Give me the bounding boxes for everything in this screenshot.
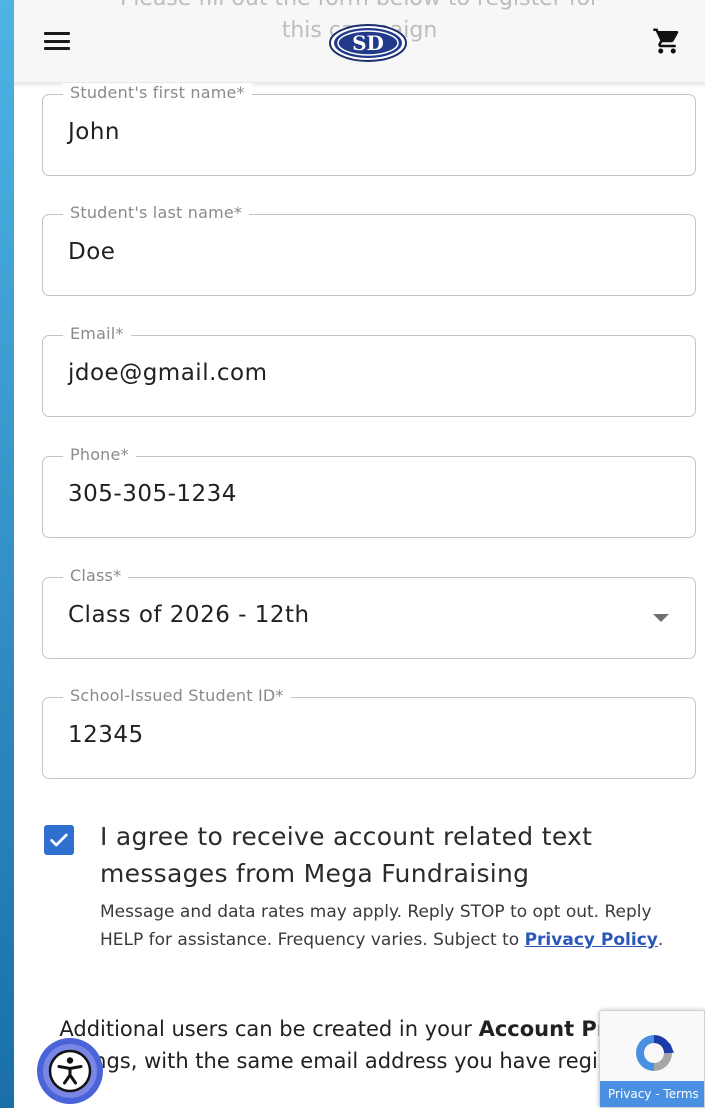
privacy-policy-link[interactable]: Privacy Policy — [525, 930, 658, 950]
checkmark-icon — [50, 833, 68, 847]
last-name-value[interactable]: Doe — [68, 239, 115, 265]
class-label: Class* — [63, 566, 129, 585]
recaptcha-privacy-link[interactable]: Privacy — [608, 1087, 651, 1101]
last-name-label: Student's last name* — [63, 203, 250, 222]
recaptcha-logo-icon — [636, 1035, 674, 1071]
recaptcha-separator: - — [651, 1087, 664, 1101]
first-name-field[interactable]: Student's first name* John — [42, 83, 696, 176]
recaptcha-terms-link[interactable]: Terms — [663, 1087, 698, 1101]
accessibility-person-icon — [48, 1049, 92, 1093]
first-name-label: Student's first name* — [63, 83, 252, 102]
class-value[interactable]: Class of 2026 - 12th — [68, 602, 310, 628]
phone-field[interactable]: Phone* 305-305-1234 — [42, 445, 696, 538]
first-name-value[interactable]: John — [68, 119, 120, 145]
consent-checkbox[interactable] — [44, 825, 74, 855]
recaptcha-links: Privacy - Terms — [600, 1081, 704, 1107]
additional-text-after: settings, with the same email address yo… — [46, 1049, 671, 1073]
additional-text-before: Additional users can be created in your — [59, 1017, 479, 1041]
student-id-label: School-Issued Student ID* — [63, 686, 291, 705]
class-select[interactable]: Class* Class of 2026 - 12th — [42, 566, 696, 659]
student-id-value[interactable]: 12345 — [68, 722, 144, 748]
email-value[interactable]: jdoe@gmail.com — [68, 360, 268, 386]
consent-fine-end: . — [657, 930, 664, 950]
school-logo[interactable]: SD — [328, 23, 408, 63]
accessibility-button[interactable] — [37, 1038, 103, 1104]
consent-fine-print: Message and data rates may apply. Reply … — [100, 898, 680, 954]
intro-text-line1: Please fill out the form below to regist… — [14, 0, 705, 11]
hamburger-menu-icon[interactable] — [44, 32, 70, 50]
phone-label: Phone* — [63, 445, 136, 464]
last-name-field[interactable]: Student's last name* Doe — [42, 203, 696, 296]
recaptcha-badge[interactable]: Privacy - Terms — [599, 1010, 705, 1108]
dropdown-caret-icon[interactable] — [653, 614, 669, 622]
shopping-cart-icon[interactable] — [652, 26, 682, 56]
email-label: Email* — [63, 324, 131, 343]
phone-value[interactable]: 305-305-1234 — [68, 481, 237, 507]
left-background-edge — [0, 0, 14, 1108]
student-id-field[interactable]: School-Issued Student ID* 12345 — [42, 686, 696, 779]
consent-label[interactable]: I agree to receive account related text … — [100, 818, 660, 892]
logo-text: SD — [352, 31, 384, 55]
email-field[interactable]: Email* jdoe@gmail.com — [42, 324, 696, 417]
